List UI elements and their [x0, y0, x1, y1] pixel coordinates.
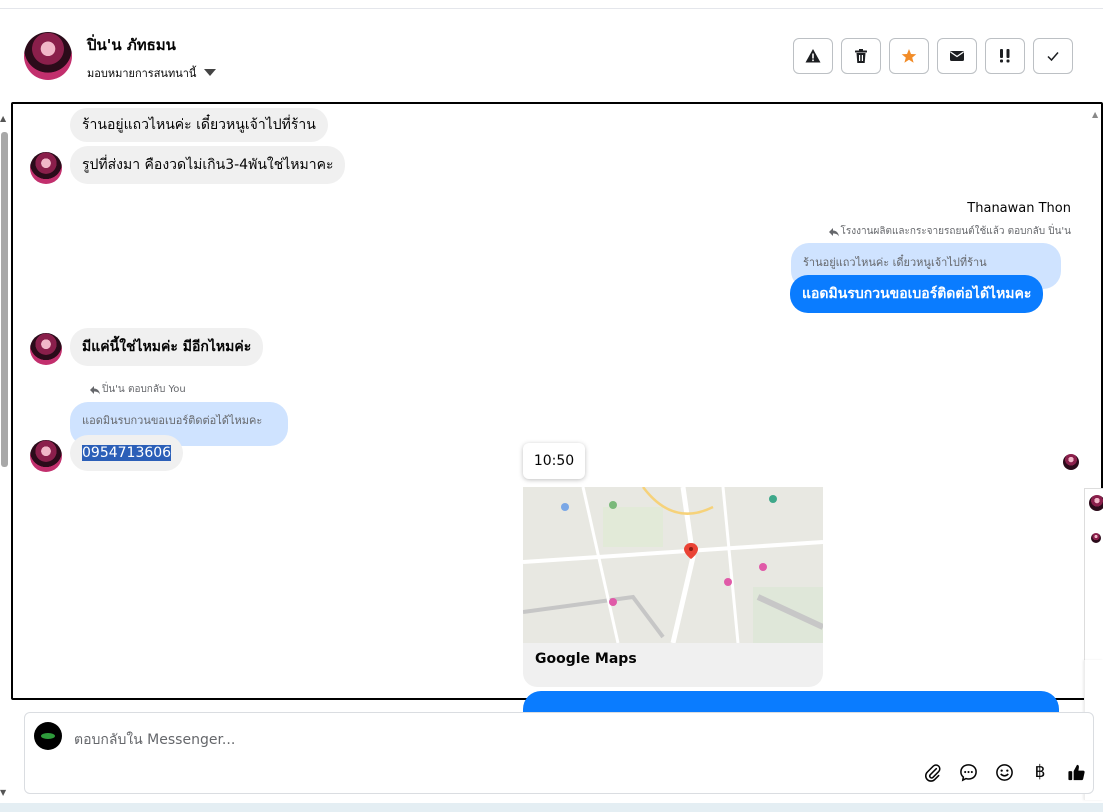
- attach-icon[interactable]: [921, 761, 943, 783]
- message-bubble[interactable]: ร้านอยู่แถวไหนค่ะ เดี๋ยวหนูเจ้าไปที่ร้าน: [70, 108, 328, 142]
- avatar: [1091, 533, 1101, 543]
- avatar[interactable]: [24, 32, 72, 80]
- left-scrollbar[interactable]: ▲ ▼: [0, 112, 9, 802]
- thumbs-up-icon[interactable]: [1065, 761, 1087, 783]
- star-icon: [901, 49, 917, 63]
- map-graphic: [523, 487, 823, 644]
- page-avatar: [34, 722, 62, 750]
- reply-arrow-icon: [828, 227, 839, 236]
- spam-icon: [1000, 49, 1010, 63]
- contact-name[interactable]: ปิ่น'น ภัทธมน: [87, 33, 176, 57]
- message-bubble[interactable]: 0954713606: [70, 435, 184, 471]
- message-text: รูปที่ส่งมา คืองวดไม่เกิน3-4พันใช่ไหมาคะ: [82, 157, 334, 173]
- star-button[interactable]: [889, 38, 929, 74]
- message-text: แอดมินรบกวนขอเบอร์ติดต่อได้ไหมคะ: [802, 286, 1032, 302]
- assign-conversation-dropdown[interactable]: มอบหมายการสนทนานี้: [87, 64, 217, 82]
- mark-unread-button[interactable]: [937, 38, 977, 74]
- seen-avatar: [1063, 454, 1079, 470]
- chat-icon[interactable]: [957, 761, 979, 783]
- mark-done-button[interactable]: [1033, 38, 1073, 74]
- quoted-text: แอดมินรบกวนขอเบอร์ติดต่อได้ไหมคะ: [82, 414, 263, 427]
- scrollbar-thumb[interactable]: [1, 132, 8, 467]
- warning-icon: [805, 49, 821, 63]
- reply-input[interactable]: ตอบกลับใน Messenger...: [74, 729, 235, 751]
- assign-label: มอบหมายการสนทนานี้: [87, 67, 197, 80]
- scroll-down-arrow-icon[interactable]: ▼: [0, 788, 6, 797]
- scroll-up-arrow-icon[interactable]: ▲: [0, 114, 6, 123]
- reply-meta-text: โรงงานผลิตและกระจายรถยนต์ใช้แล้ว ตอบกลับ…: [840, 226, 1072, 237]
- reply-meta: โรงงานผลิตและกระจายรถยนต์ใช้แล้ว ตอบกลับ…: [828, 224, 1072, 239]
- conversation-header: ปิ่น'น ภัทธมน มอบหมายการสนทนานี้: [0, 9, 1103, 101]
- sender-name: Thanawan Thon: [967, 201, 1071, 216]
- bottom-strip: [0, 803, 1103, 812]
- caret-down-icon: [204, 68, 217, 76]
- report-button[interactable]: [793, 38, 833, 74]
- reply-arrow-icon: [90, 385, 100, 394]
- quoted-text: ร้านอยู่แถวไหนค่ะ เดี๋ยวหนูเจ้าไปที่ร้าน: [803, 256, 987, 269]
- location-map-card[interactable]: Google Maps: [523, 487, 823, 687]
- reply-composer[interactable]: ตอบกลับใน Messenger... ฿: [24, 712, 1094, 794]
- emoji-icon[interactable]: [993, 761, 1015, 783]
- baht-icon[interactable]: ฿: [1029, 761, 1051, 783]
- timestamp-tooltip: 10:50: [523, 443, 585, 479]
- map-image[interactable]: [523, 487, 823, 644]
- message-bubble[interactable]: รูปที่ส่งมา คืองวดไม่เกิน3-4พันใช่ไหมาคะ: [70, 146, 346, 184]
- composer-tools: ฿: [921, 761, 1087, 783]
- trash-icon: [855, 49, 867, 63]
- mail-icon: [950, 51, 964, 61]
- message-text: มีแค่นี้ใช่ไหมค่ะ มีอีกไหมค่ะ: [82, 339, 252, 355]
- spam-button[interactable]: [985, 38, 1025, 74]
- map-link-label[interactable]: Google Maps: [535, 651, 637, 667]
- scroll-up-arrow-icon[interactable]: ▲: [1092, 110, 1098, 119]
- avatar[interactable]: [30, 440, 62, 472]
- message-bubble[interactable]: มีแค่นี้ใช่ไหมค่ะ มีอีกไหมค่ะ: [70, 328, 264, 366]
- message-text: ร้านอยู่แถวไหนค่ะ เดี๋ยวหนูเจ้าไปที่ร้าน: [82, 117, 316, 133]
- reply-meta-text: ปิ่น'น ตอบกลับ You: [102, 384, 186, 395]
- header-actions: [793, 38, 1073, 74]
- check-icon: [1047, 52, 1059, 62]
- avatar[interactable]: [1089, 495, 1103, 511]
- delete-button[interactable]: [841, 38, 881, 74]
- message-bubble[interactable]: แอดมินรบกวนขอเบอร์ติดต่อได้ไหมคะ: [790, 275, 1044, 313]
- reply-meta: ปิ่น'น ตอบกลับ You: [90, 382, 186, 397]
- avatar[interactable]: [30, 333, 62, 365]
- avatar[interactable]: [30, 152, 62, 184]
- phone-number-text[interactable]: 0954713606: [82, 445, 172, 461]
